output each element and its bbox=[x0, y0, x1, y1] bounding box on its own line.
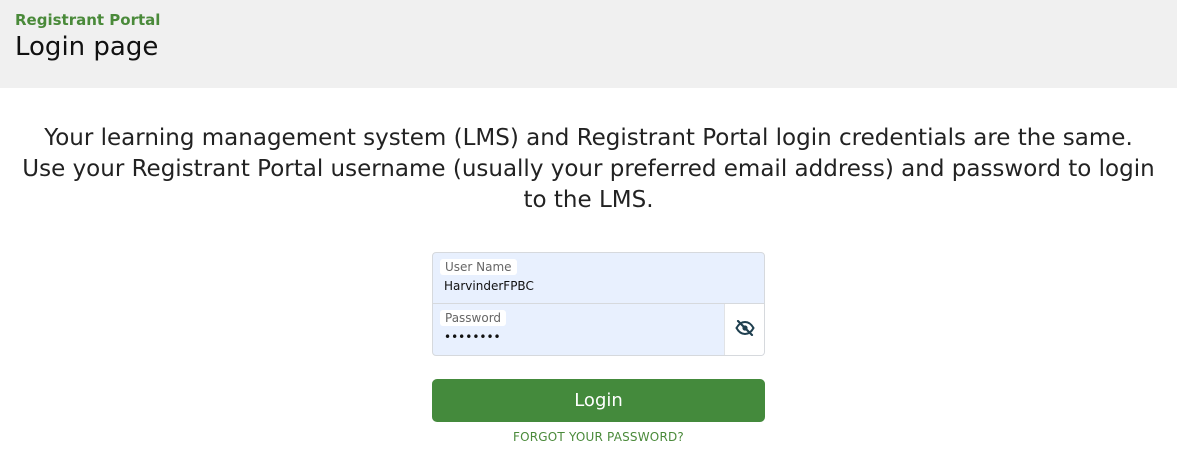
username-label: User Name bbox=[440, 259, 517, 275]
password-label: Password bbox=[440, 310, 507, 326]
password-field[interactable]: Password bbox=[433, 304, 724, 354]
username-field[interactable]: User Name bbox=[433, 253, 764, 304]
username-input[interactable] bbox=[444, 279, 704, 293]
login-form: User Name Password bbox=[432, 252, 765, 356]
toggle-password-visibility-button[interactable] bbox=[724, 304, 764, 355]
forgot-password-link[interactable]: FORGOT YOUR PASSWORD? bbox=[432, 430, 765, 444]
page-title: Login page bbox=[15, 32, 159, 62]
eye-slash-icon[interactable] bbox=[735, 319, 755, 340]
portal-name: Registrant Portal bbox=[15, 11, 161, 29]
password-input[interactable] bbox=[444, 330, 704, 344]
page-header: Registrant Portal Login page bbox=[0, 0, 1177, 88]
login-instructions: Your learning management system (LMS) an… bbox=[22, 125, 1155, 213]
login-button[interactable]: Login bbox=[432, 379, 765, 422]
